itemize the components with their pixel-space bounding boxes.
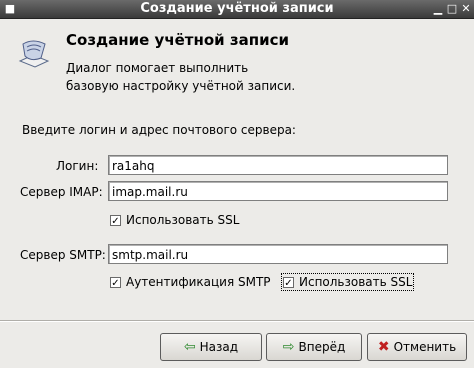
forward-button-label: Вперёд (298, 340, 346, 354)
window-title: Создание учётной записи (140, 1, 334, 16)
cancel-button-label: Отменить (393, 340, 457, 354)
imap-label: Сервер IMAP: (20, 185, 103, 199)
title-bar[interactable]: ■ Создание учётной записи ▁ □ ✕ (0, 0, 474, 19)
smtp-auth-label: Аутентификация SMTP (126, 275, 271, 289)
cancel-button[interactable]: ✖ Отменить (367, 333, 467, 361)
smtp-auth-checkbox[interactable]: ✓ Аутентификация SMTP (110, 275, 271, 289)
dialog-content: Создание учётной записи Диалог помогает … (0, 19, 474, 368)
form-prompt: Введите логин и адрес почтового сервера: (22, 123, 296, 137)
forward-button[interactable]: ⇨ Вперёд (266, 333, 362, 361)
imap-ssl-checkbox[interactable]: ✓ Использовать SSL (110, 213, 239, 227)
cancel-x-icon: ✖ (377, 339, 390, 355)
back-button[interactable]: ⇦ Назад (160, 333, 262, 361)
checkbox-checked-icon[interactable]: ✓ (110, 276, 121, 289)
header-description: Диалог помогает выполнить базовую настро… (66, 59, 326, 95)
header-title: Создание учётной записи (66, 31, 289, 49)
back-button-label: Назад (199, 340, 239, 354)
imap-ssl-label: Использовать SSL (126, 213, 240, 227)
description-line-1: Диалог помогает выполнить (66, 61, 249, 75)
description-line-2: базовую настройку учётной записи. (66, 79, 296, 93)
maximize-icon[interactable]: □ (446, 3, 458, 15)
arrow-left-icon: ⇦ (183, 339, 196, 355)
imap-server-input[interactable]: imap.mail.ru (108, 181, 448, 201)
arrow-right-icon: ⇨ (282, 339, 295, 355)
minimize-icon[interactable]: ▁ (432, 3, 444, 15)
close-icon[interactable]: ✕ (460, 3, 472, 15)
login-label: Логин: (56, 159, 99, 173)
smtp-ssl-label: Использовать SSL (299, 275, 413, 289)
login-input[interactable]: ra1ahq (108, 155, 448, 175)
smtp-server-input[interactable]: smtp.mail.ru (108, 244, 448, 264)
checkbox-checked-icon[interactable]: ✓ (283, 276, 294, 289)
button-separator (0, 320, 474, 322)
smtp-label: Сервер SMTP: (20, 248, 106, 262)
smtp-ssl-checkbox[interactable]: ✓ Использовать SSL (280, 273, 415, 291)
mail-account-icon (17, 36, 51, 70)
checkbox-checked-icon[interactable]: ✓ (110, 214, 121, 227)
